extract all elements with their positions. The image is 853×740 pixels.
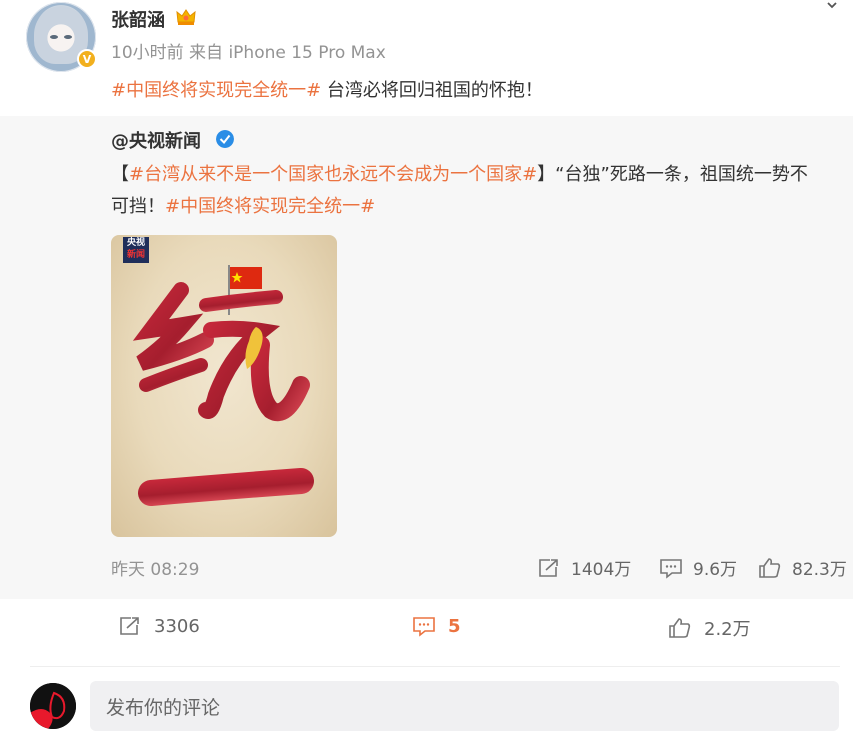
comment-icon [660, 558, 682, 579]
poster-artwork [132, 265, 314, 506]
post-username[interactable]: 张韶涵 [111, 6, 165, 32]
brush-stroke [132, 282, 214, 371]
post-meta: 10小时前 来自 iPhone 15 Pro Max [111, 43, 386, 63]
bracket-open: 【 [111, 164, 129, 185]
comment-icon [413, 617, 435, 637]
like-count: 2.2万 [704, 619, 751, 640]
quoted-repost-count: 1404万 [571, 560, 632, 580]
quoted-like-button[interactable]: 82.3万 [758, 555, 847, 580]
quoted-text-line2: 可挡！#中国终将实现完全统一# [111, 192, 375, 218]
quoted-text-line1: 【#台湾从来不是一个国家也永远不会成为一个国家#】“台独”死路一条，祖国统一势不 [111, 160, 841, 186]
quoted-topic-link-2[interactable]: #中国终将实现完全统一# [165, 196, 375, 217]
quoted-comment-count: 9.6万 [693, 560, 738, 580]
crown-icon [176, 9, 196, 25]
quoted-timestamp: 昨天 08:29 [111, 560, 200, 580]
comment-button[interactable]: 5 [412, 615, 461, 637]
divider [30, 666, 840, 667]
more-chevron-icon[interactable] [826, 2, 838, 10]
quoted-topic-link[interactable]: #台湾从来不是一个国家也永远不会成为一个国家# [129, 164, 537, 185]
quoted-repost-button[interactable]: 1404万 [537, 555, 631, 580]
verified-icon [216, 130, 234, 148]
like-button[interactable]: 2.2万 [668, 615, 751, 641]
comment-placeholder: 发布你的评论 [106, 696, 221, 719]
avatar-art [30, 683, 76, 729]
poster-image[interactable]: 央视 新闻 [111, 235, 337, 537]
brush-stroke [250, 336, 310, 422]
quoted-like-count: 82.3万 [792, 560, 847, 580]
repost-count: 3306 [154, 615, 200, 637]
avatar-eye [50, 35, 58, 39]
brush-stroke [199, 290, 283, 312]
brush-stroke [139, 358, 208, 392]
avatar-eye [64, 35, 72, 39]
like-icon [759, 557, 781, 578]
repost-icon [120, 617, 139, 635]
quoted-comment-button[interactable]: 9.6万 [659, 555, 737, 580]
comment-input[interactable]: 发布你的评论 [90, 681, 839, 731]
current-user-avatar[interactable] [30, 683, 76, 729]
post-topic-link[interactable]: #中国终将实现完全统一# [111, 80, 321, 101]
verified-icon: V [77, 49, 97, 69]
post-body: 台湾必将回归祖国的怀抱！ [321, 80, 543, 101]
repost-icon [539, 558, 558, 577]
repost-button[interactable]: 3306 [118, 615, 200, 637]
quoted-body-end: 可挡！ [111, 196, 165, 217]
comment-count: 5 [448, 615, 461, 637]
brush-stroke-yi [138, 468, 314, 506]
post-text: #中国终将实现完全统一# 台湾必将回归祖国的怀抱！ [111, 76, 543, 102]
like-icon [669, 618, 691, 638]
quoted-body: 】“台独”死路一条，祖国统一势不 [537, 164, 808, 185]
quoted-username[interactable]: @央视新闻 [111, 127, 201, 153]
